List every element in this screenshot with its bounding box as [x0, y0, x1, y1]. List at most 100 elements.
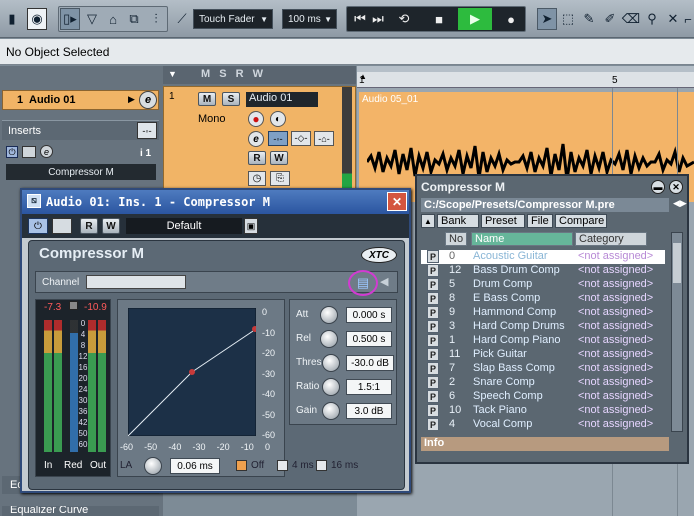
eq-bypass-icon[interactable]: -◇- — [291, 131, 311, 146]
preset-row[interactable]: P 1 Hard Comp Piano <not assigned> — [421, 334, 665, 348]
ratio-knob[interactable] — [322, 378, 340, 396]
record-icon[interactable]: ● — [497, 8, 525, 30]
preset-field[interactable]: Default — [126, 218, 242, 234]
time-warp-icon[interactable]: ⌐ — [682, 8, 694, 30]
speaker-icon[interactable]: ◀ — [380, 275, 388, 288]
pool-icon[interactable]: ⧉ — [124, 8, 144, 30]
threshold-handle[interactable] — [189, 369, 195, 375]
inserts-section-header[interactable]: Inserts -◦- — [2, 120, 159, 140]
la-16ms-checkbox[interactable] — [316, 460, 327, 471]
close-icon[interactable]: ✕ — [387, 192, 407, 211]
global-write[interactable]: W — [253, 68, 266, 80]
erase-tool-icon[interactable]: ⌫ — [621, 8, 641, 30]
release-value-field[interactable]: 0.500 s — [346, 331, 392, 347]
program-icon[interactable]: P — [427, 264, 439, 277]
bypass-icon[interactable]: -◦- — [137, 122, 157, 139]
inspector-track-header[interactable]: 1 Audio 01 ▶ — [2, 90, 159, 110]
program-icon[interactable]: P — [427, 320, 439, 333]
global-solo[interactable]: S — [219, 68, 229, 80]
global-mute[interactable]: M — [201, 68, 213, 80]
meter-reset-icon[interactable] — [69, 301, 78, 310]
attack-value-field[interactable]: 0.000 s — [346, 307, 392, 323]
threshold-knob[interactable] — [322, 354, 340, 372]
inspector-toggle-icon[interactable]: ▯▸ — [60, 8, 80, 30]
timebase-icon[interactable]: ◷ — [248, 171, 266, 186]
program-icon[interactable]: P — [427, 250, 439, 263]
minimize-icon[interactable]: ▬ — [651, 180, 665, 194]
edit-insert-icon[interactable]: e — [40, 145, 53, 158]
write-automation-button[interactable]: W — [102, 218, 120, 234]
stop-icon[interactable]: ■ — [425, 8, 453, 30]
triangle-up-icon[interactable]: ▲ — [421, 214, 435, 228]
mute-button[interactable]: M — [198, 92, 216, 106]
program-icon[interactable]: P — [427, 292, 439, 305]
release-knob[interactable] — [320, 330, 338, 348]
la-4ms-checkbox[interactable] — [277, 460, 288, 471]
power-icon[interactable]: ⏻ — [28, 218, 48, 234]
tab-file[interactable]: File — [527, 214, 553, 228]
output-peak-value[interactable]: -10.9 — [84, 302, 107, 313]
program-icon[interactable]: P — [427, 306, 439, 319]
input-peak-value[interactable]: -7.3 — [44, 302, 61, 313]
preset-browser-icon[interactable]: ▤ — [357, 275, 369, 291]
program-icon[interactable]: P — [427, 376, 439, 389]
preset-row[interactable]: P 2 Snare Comp <not assigned> — [421, 376, 665, 390]
preset-row[interactable]: P 7 Slap Bass Comp <not assigned> — [421, 362, 665, 376]
eq-curve-section-header[interactable]: Equalizer Curve — [2, 506, 159, 516]
gain-value-field[interactable]: 3.0 dB — [346, 403, 392, 419]
program-icon[interactable]: P — [427, 418, 439, 430]
vertical-scrollbar[interactable] — [671, 232, 683, 432]
column-name[interactable]: Name — [471, 232, 573, 246]
browser-title-bar[interactable]: Compressor M — [417, 176, 687, 198]
preset-row[interactable]: P 4 Vocal Comp <not assigned> — [421, 418, 665, 430]
mute-tool-icon[interactable]: ✕ — [663, 8, 683, 30]
ratio-value-field[interactable]: 1.5:1 — [346, 379, 392, 395]
track-name-field[interactable]: Audio 01 — [246, 92, 318, 107]
program-icon[interactable]: P — [427, 404, 439, 417]
pointer-tool-icon[interactable]: ➤ — [537, 8, 557, 30]
read-automation-button[interactable]: R — [80, 218, 98, 234]
insert-bypass-icon[interactable]: -◦- — [268, 131, 288, 146]
program-icon[interactable]: P — [427, 390, 439, 403]
gain-knob[interactable] — [322, 402, 340, 420]
la-off-checkbox[interactable] — [236, 460, 247, 471]
attack-knob[interactable] — [320, 306, 338, 324]
mixer-icon[interactable]: ⫶ — [146, 8, 166, 30]
global-read[interactable]: R — [236, 68, 247, 80]
infoline-toggle-icon[interactable]: ▽ — [82, 8, 102, 30]
crossfade-dropdown[interactable]: 100 ms ▼ — [282, 9, 337, 29]
draw-tool-icon[interactable]: ✐ — [600, 8, 620, 30]
program-icon[interactable]: P — [427, 334, 439, 347]
threshold-value-field[interactable]: -30.0 dB — [346, 355, 394, 371]
automation-mode-dropdown[interactable]: Touch Fader ▼ — [193, 9, 273, 29]
program-icon[interactable]: P — [427, 348, 439, 361]
preset-row[interactable]: P 5 Drum Comp <not assigned> — [421, 278, 665, 292]
bypass-icon[interactable] — [52, 218, 72, 234]
play-icon[interactable]: ▶ — [458, 8, 492, 30]
range-select-icon[interactable]: ⬚ — [558, 8, 578, 30]
scrollbar-thumb[interactable] — [673, 243, 681, 283]
write-automation-button[interactable]: W — [270, 151, 288, 165]
record-enable-icon[interactable]: ● — [248, 111, 264, 127]
program-icon[interactable]: P — [427, 278, 439, 291]
zoom-tool-icon[interactable]: ⚲ — [642, 8, 662, 30]
lookahead-knob[interactable] — [144, 457, 162, 475]
preset-row[interactable]: P 11 Pick Guitar <not assigned> — [421, 348, 665, 362]
audio-track-header[interactable]: 1 M S Audio 01 Mono ● ◐ e -◦- -◇- -⌂- R … — [163, 86, 356, 196]
transfer-curve-graph[interactable] — [128, 308, 256, 436]
column-category[interactable]: Category — [575, 232, 647, 246]
bypass-slot-icon[interactable] — [22, 146, 36, 158]
preset-row[interactable]: P 8 E Bass Comp <not assigned> — [421, 292, 665, 306]
preset-row[interactable]: P 0 Acoustic Guitar <not assigned> — [421, 250, 665, 264]
plugin-title-bar[interactable]: ⧅ Audio 01: Ins. 1 - Compressor M — [22, 190, 409, 214]
send-bypass-icon[interactable]: -⌂- — [314, 131, 334, 146]
solo-button[interactable]: S — [222, 92, 240, 106]
column-no[interactable]: No — [445, 232, 467, 246]
preset-row[interactable]: P 3 Hard Comp Drums <not assigned> — [421, 320, 665, 334]
monitor-icon[interactable]: ◐ — [270, 111, 286, 127]
lookahead-value-field[interactable]: 0.06 ms — [170, 458, 220, 474]
program-icon[interactable]: P — [427, 362, 439, 375]
preset-row[interactable]: P 10 Tack Piano <not assigned> — [421, 404, 665, 418]
left-locator-icon[interactable]: ▲ — [359, 72, 367, 81]
power-icon[interactable]: ⏻ — [6, 146, 18, 158]
